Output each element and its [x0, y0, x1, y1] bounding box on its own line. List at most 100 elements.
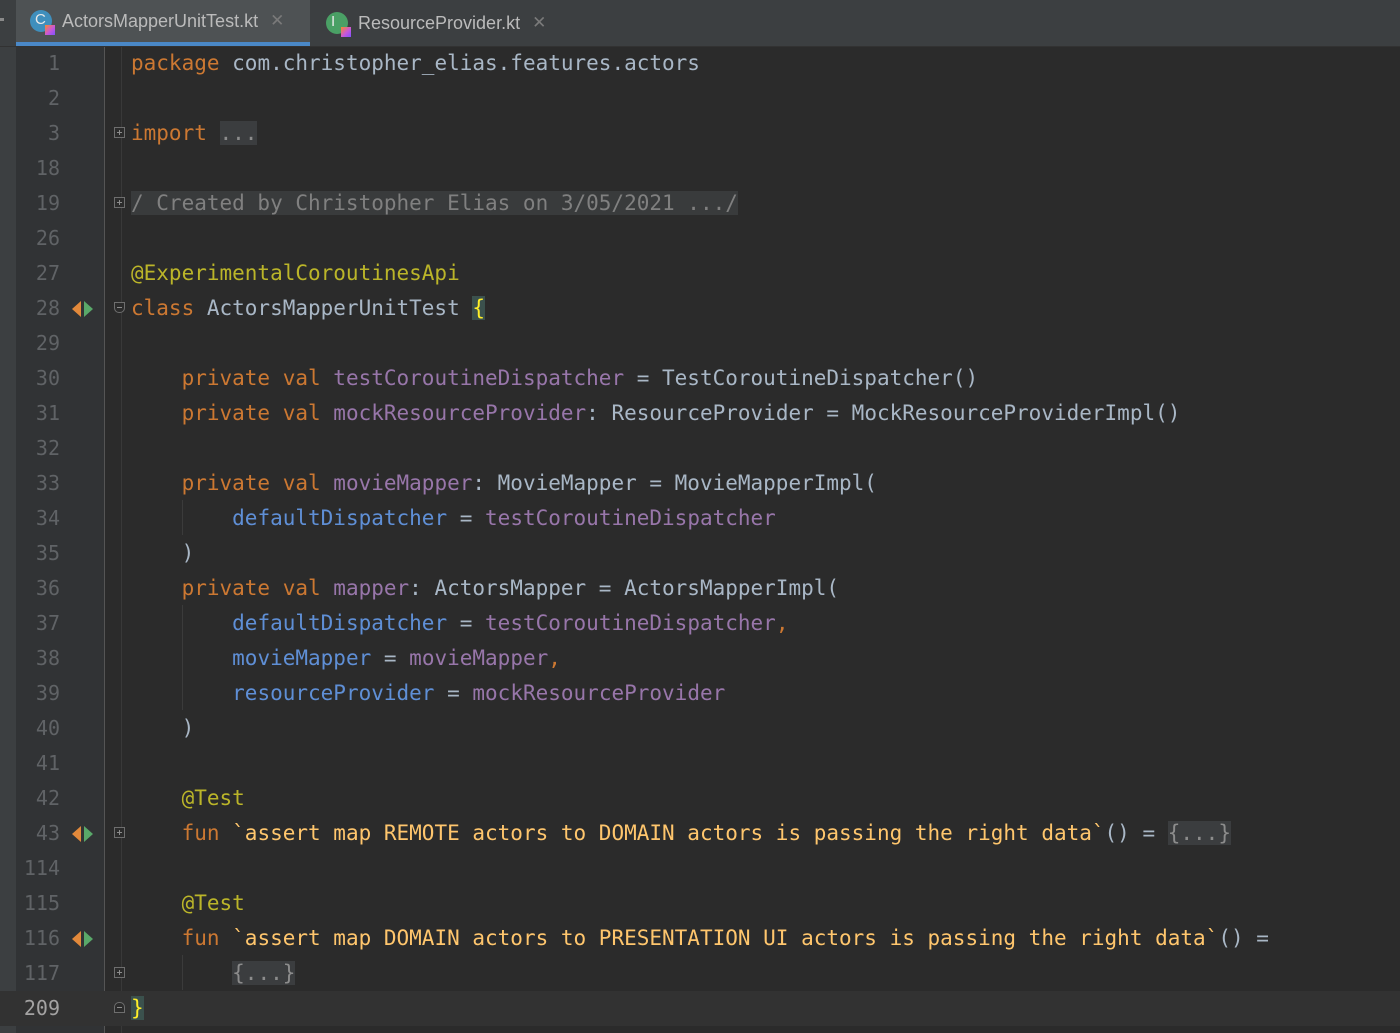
matched-brace: }	[131, 996, 144, 1020]
line-number: 28	[35, 296, 60, 320]
code-line[interactable]: 35 )	[0, 536, 1400, 571]
line-number: 36	[35, 576, 60, 600]
folded-body: {...}	[1167, 821, 1231, 845]
matched-brace: {	[472, 296, 486, 320]
line-number: 33	[35, 471, 60, 495]
code-text: {...}	[131, 956, 296, 991]
kotlin-test-file-icon: C	[30, 10, 55, 35]
run-test-icon[interactable]	[72, 826, 94, 842]
line-number: 209	[23, 996, 60, 1020]
line-number: 42	[35, 786, 60, 810]
code-text: / Created by Christopher Elias on 3/05/2…	[131, 186, 738, 221]
code-line[interactable]: 115 @Test	[0, 886, 1400, 921]
fold-expand-icon[interactable]	[114, 127, 125, 138]
line-number: 38	[35, 646, 60, 670]
code-text: import ...	[131, 121, 258, 145]
line-number: 19	[35, 191, 60, 215]
code-line[interactable]: 34 defaultDispatcher = testCoroutineDisp…	[0, 501, 1400, 536]
line-number: 43	[35, 821, 60, 845]
line-number: 2	[47, 86, 60, 110]
code-line[interactable]: 28 class ActorsMapperUnitTest {	[0, 291, 1400, 326]
code-line[interactable]: 42 @Test	[0, 781, 1400, 816]
line-number: 18	[35, 156, 60, 180]
folded-comment: / Created by Christopher Elias on 3/05/2…	[131, 191, 738, 215]
fold-collapse-icon[interactable]	[114, 1002, 125, 1013]
code-text: )	[131, 716, 195, 740]
line-number: 35	[35, 541, 60, 565]
run-test-icon[interactable]	[72, 301, 94, 317]
line-number: 31	[35, 401, 60, 425]
folded-body: {...}	[232, 961, 296, 985]
code-line[interactable]: 18	[0, 151, 1400, 186]
code-line[interactable]: 2	[0, 81, 1400, 116]
tab-resource-provider[interactable]: I ResourceProvider.kt ✕	[312, 0, 562, 46]
line-number: 1	[47, 51, 60, 75]
code-line-current[interactable]: 209 }	[0, 991, 1400, 1026]
code-text: private val movieMapper: MovieMapper = M…	[131, 471, 877, 495]
tab-label: ActorsMapperUnitTest.kt	[62, 10, 259, 31]
code-line[interactable]: 116 fun `assert map DOMAIN actors to PRE…	[0, 921, 1400, 956]
code-text: package com.christopher_elias.features.a…	[131, 51, 700, 75]
run-test-icon[interactable]	[72, 931, 94, 947]
code-line[interactable]: 31 private val mockResourceProvider: Res…	[0, 396, 1400, 431]
code-text: }	[131, 991, 144, 1026]
line-number: 30	[35, 366, 60, 390]
line-number: 117	[23, 961, 60, 985]
tab-bar-edge-marker	[0, 18, 4, 21]
line-number: 40	[35, 716, 60, 740]
line-number: 115	[23, 891, 60, 915]
code-line[interactable]: 37 defaultDispatcher = testCoroutineDisp…	[0, 606, 1400, 641]
code-line[interactable]: 36 private val mapper: ActorsMapper = Ac…	[0, 571, 1400, 606]
line-number: 32	[35, 436, 60, 460]
code-line[interactable]: 33 private val movieMapper: MovieMapper …	[0, 466, 1400, 501]
kotlin-interface-file-icon: I	[326, 12, 351, 37]
line-number: 37	[35, 611, 60, 635]
line-number: 114	[23, 856, 60, 880]
line-number: 41	[35, 751, 60, 775]
code-text: defaultDispatcher = testCoroutineDispatc…	[232, 506, 776, 530]
code-line[interactable]: 38 movieMapper = movieMapper,	[0, 641, 1400, 676]
line-number: 26	[35, 226, 60, 250]
code-line[interactable]: 43 fun `assert map REMOTE actors to DOMA…	[0, 816, 1400, 851]
line-number: 34	[35, 506, 60, 530]
code-text: @ExperimentalCoroutinesApi	[131, 261, 460, 285]
close-icon[interactable]: ✕	[270, 11, 284, 31]
code-line[interactable]: 19 / Created by Christopher Elias on 3/0…	[0, 186, 1400, 221]
editor-tab-bar: C ActorsMapperUnitTest.kt ✕ I ResourcePr…	[0, 0, 1400, 47]
close-icon[interactable]: ✕	[532, 13, 546, 33]
code-text: private val mockResourceProvider: Resour…	[131, 401, 1181, 425]
fold-collapse-icon[interactable]	[114, 302, 125, 313]
tab-actors-mapper-unit-test[interactable]: C ActorsMapperUnitTest.kt ✕	[16, 0, 310, 46]
code-text: fun `assert map REMOTE actors to DOMAIN …	[131, 821, 1231, 845]
line-number: 39	[35, 681, 60, 705]
code-text: private val testCoroutineDispatcher = Te…	[131, 366, 979, 390]
line-number: 3	[47, 121, 60, 145]
fold-expand-icon[interactable]	[114, 967, 125, 978]
code-text: resourceProvider = mockResourceProvider	[232, 681, 726, 705]
code-line[interactable]: 114	[0, 851, 1400, 886]
line-number: 27	[35, 261, 60, 285]
code-text: movieMapper = movieMapper,	[232, 646, 561, 670]
code-line[interactable]: 41	[0, 746, 1400, 781]
code-text: private val mapper: ActorsMapper = Actor…	[131, 576, 840, 600]
tab-label: ResourceProvider.kt	[358, 12, 521, 33]
code-text: @Test	[131, 891, 245, 915]
code-line[interactable]: 27 @ExperimentalCoroutinesApi	[0, 256, 1400, 291]
code-line[interactable]: 29	[0, 326, 1400, 361]
code-line[interactable]: 3 import ...	[0, 116, 1400, 151]
code-text: defaultDispatcher = testCoroutineDispatc…	[232, 611, 789, 635]
line-number: 116	[23, 926, 60, 950]
code-text: )	[131, 541, 195, 565]
code-line[interactable]: 1 package com.christopher_elias.features…	[0, 46, 1400, 81]
code-text: @Test	[131, 786, 245, 810]
fold-expand-icon[interactable]	[114, 827, 125, 838]
code-text: fun `assert map DOMAIN actors to PRESENT…	[131, 926, 1269, 950]
code-line[interactable]: 40 )	[0, 711, 1400, 746]
code-line[interactable]: 26	[0, 221, 1400, 256]
code-line[interactable]: 30 private val testCoroutineDispatcher =…	[0, 361, 1400, 396]
fold-expand-icon[interactable]	[114, 197, 125, 208]
code-line[interactable]: 32	[0, 431, 1400, 466]
code-line[interactable]: 39 resourceProvider = mockResourceProvid…	[0, 676, 1400, 711]
code-line[interactable]: 117 {...}	[0, 956, 1400, 991]
folded-imports: ...	[219, 121, 258, 145]
